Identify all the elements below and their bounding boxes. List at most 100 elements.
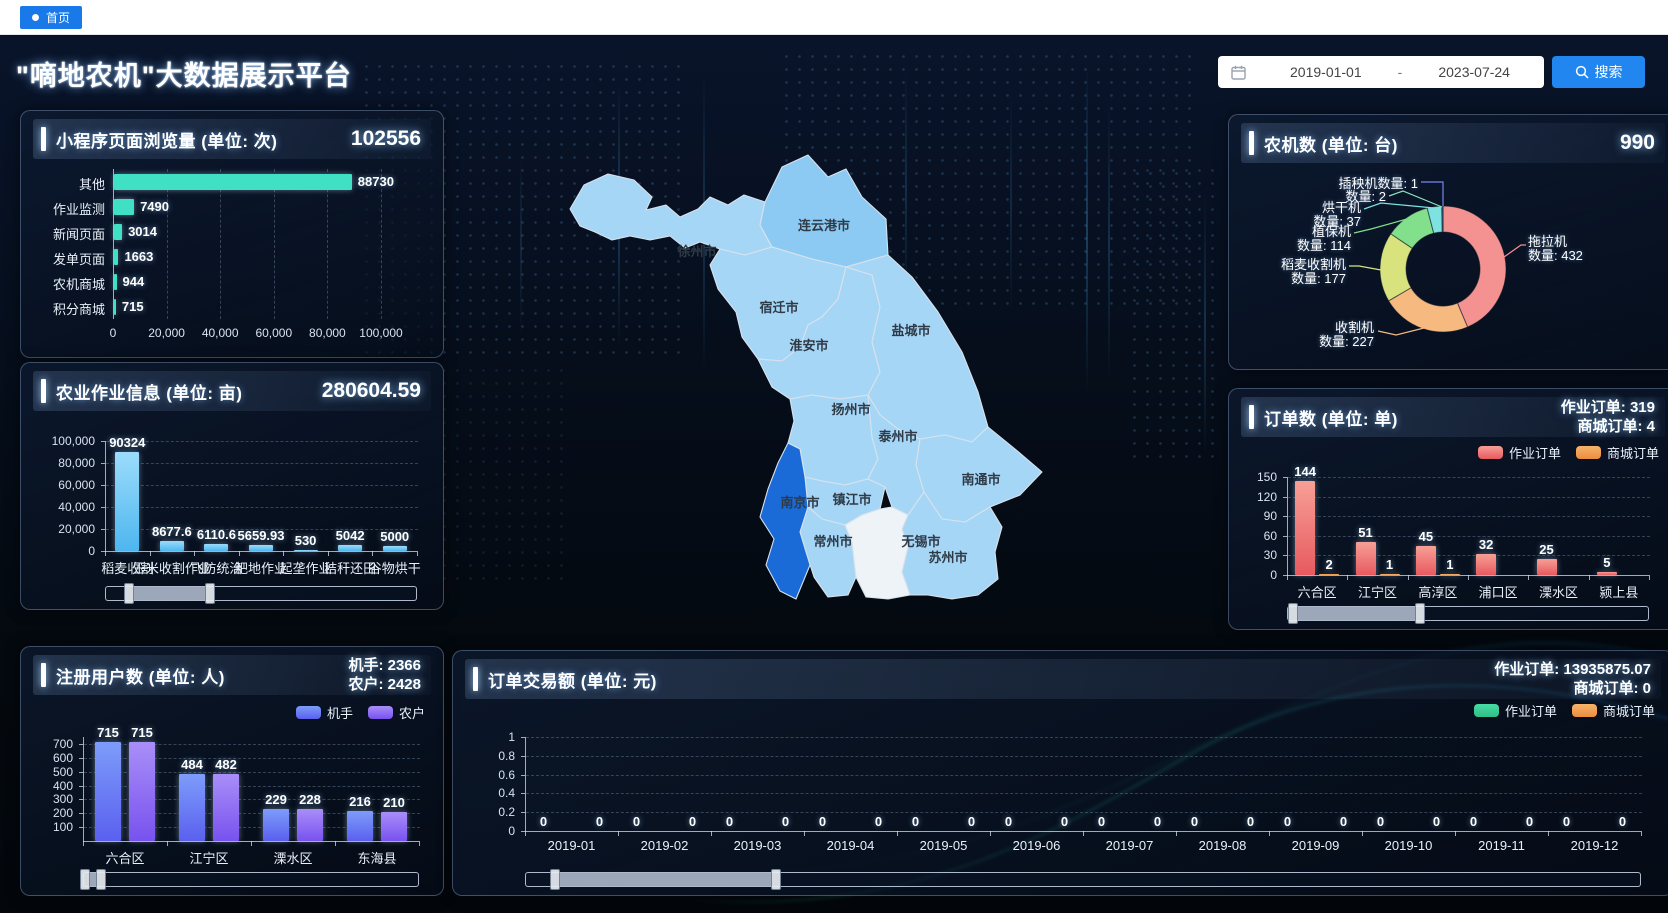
pageviews-chart: 020,00040,00060,00080,000100,000其他88730作… [33, 159, 431, 349]
legend-label: 作业订单 [1509, 443, 1561, 462]
datazoom-slider[interactable] [105, 586, 417, 601]
datazoom-slider[interactable] [83, 872, 419, 887]
map-city-label: 无锡市 [900, 534, 940, 549]
category-label: 颍上县 [1599, 582, 1638, 601]
y-axis-tick-label: 100,000 [33, 434, 95, 448]
category-label: 2019-09 [1292, 838, 1340, 853]
axis-tick [990, 831, 991, 836]
x-axis-line [105, 551, 417, 552]
province-map: 徐州市连云港市宿迁市淮安市盐城市扬州市泰州市南通市镇江市南京市常州市无锡市苏州市 [550, 146, 1050, 608]
datazoom-slider[interactable] [1287, 606, 1649, 621]
y-axis-tick-label: 60,000 [33, 478, 95, 492]
pie-label: 烘干机数量: 37 [1313, 201, 1361, 229]
datazoom-handle-right[interactable] [205, 583, 215, 604]
map-region-wuxi[interactable] [845, 507, 910, 599]
date-start-value[interactable]: 2019-01-01 [1256, 64, 1396, 80]
datazoom-handle-right[interactable] [1415, 603, 1425, 624]
datazoom-range[interactable] [128, 587, 212, 600]
bar [114, 274, 117, 290]
dashboard-stage: "嘀地农机"大数据展示平台 2019-01-01 - 2023-07-24 搜索 [0, 34, 1668, 913]
legend-item[interactable]: 农户 [368, 703, 425, 722]
value-label: 944 [123, 274, 145, 289]
value-label: 715 [131, 725, 153, 740]
pie-label-leader [1504, 245, 1526, 257]
category-label: 2019-07 [1106, 838, 1154, 853]
value-label: 0 [1154, 814, 1161, 829]
datazoom-handle-left[interactable] [550, 869, 560, 890]
map-city-label: 宿迁市 [759, 300, 798, 315]
value-label: 25 [1539, 542, 1553, 557]
pie-label: 稻麦收割机数量: 177 [1281, 258, 1346, 286]
datazoom-handle-right[interactable] [96, 869, 106, 890]
panel-farmwork-header: 农业作业信息 (单位: 亩) 280604.59 [33, 371, 431, 411]
y-axis-tick-label: 0 [465, 824, 515, 838]
map-city-label: 淮安市 [788, 338, 828, 353]
axis-tick [1362, 831, 1363, 836]
gridline [1288, 536, 1650, 537]
bar [95, 742, 121, 841]
pie-label-leader [1378, 328, 1424, 335]
value-label: 5042 [336, 528, 365, 543]
panel-users-title: 注册用户数 (单位: 人) [56, 663, 225, 688]
search-button[interactable]: 搜索 [1552, 56, 1645, 88]
bar [294, 550, 318, 552]
value-label: 0 [968, 814, 975, 829]
datazoom-handle-left[interactable] [1288, 603, 1298, 624]
bar [1380, 574, 1400, 576]
legend-label: 作业订单 [1505, 701, 1557, 720]
panel-farmwork: 农业作业信息 (单位: 亩) 280604.59 100,00080,00060… [20, 362, 444, 610]
legend-label: 商城订单 [1603, 701, 1655, 720]
value-label: 0 [1377, 814, 1384, 829]
category-label: 六合区 [1298, 582, 1337, 601]
map-city-label: 徐州市 [676, 244, 716, 259]
date-range-picker[interactable]: 2019-01-01 - 2023-07-24 [1218, 56, 1544, 88]
axis-tick [419, 841, 420, 846]
axis-tick [1468, 575, 1469, 580]
date-end-value[interactable]: 2023-07-24 [1404, 64, 1544, 80]
datazoom-handle-left[interactable] [80, 869, 90, 890]
value-label: 0 [1284, 814, 1291, 829]
axis-tick [1548, 831, 1549, 836]
value-label: 7490 [140, 199, 169, 214]
datazoom-handle-left[interactable] [124, 583, 134, 604]
y-axis-tick-label: 0 [1241, 568, 1277, 582]
map-region-nanjing[interactable] [760, 443, 810, 599]
bar [114, 249, 118, 265]
legend-label: 机手 [327, 703, 353, 722]
legend-item[interactable]: 机手 [296, 703, 353, 722]
y-axis-tick-label: 90 [1241, 509, 1277, 523]
legend-item[interactable]: 商城订单 [1572, 701, 1655, 720]
page-title: "嘀地农机"大数据展示平台 [16, 54, 352, 93]
pie-label: 插秧机数量: 1 [1339, 177, 1418, 191]
legend-item[interactable]: 作业订单 [1478, 443, 1561, 462]
category-label: 江宁区 [189, 848, 228, 867]
users-chart: 700600500400300200100六合区715715江宁区484482溧… [33, 695, 431, 887]
value-label: 6110.6 [197, 527, 236, 542]
gridline [1288, 555, 1650, 556]
datazoom-range[interactable] [1292, 607, 1422, 620]
datazoom-range[interactable] [84, 873, 102, 886]
panel-orders-totals: 作业订单: 319商城订单: 4 [1561, 398, 1655, 437]
bar [1416, 546, 1436, 575]
panel-farmwork-title: 农业作业信息 (单位: 亩) [56, 379, 242, 404]
category-label: 六合区 [105, 848, 144, 867]
datazoom-slider[interactable] [525, 872, 1641, 887]
header-accent-bar [1249, 131, 1254, 155]
axis-tick [1528, 575, 1529, 580]
search-button-label: 搜索 [1595, 62, 1623, 82]
map-region-xuzhou[interactable] [570, 174, 772, 255]
gridline [381, 169, 382, 319]
category-label: 2019-01 [548, 838, 596, 853]
tab-home[interactable]: 首页 [20, 6, 82, 29]
value-label: 45 [1419, 529, 1433, 544]
y-axis-tick-label: 120 [1241, 490, 1277, 504]
value-label: 1 [1386, 557, 1393, 572]
datazoom-handle-right[interactable] [771, 869, 781, 890]
legend-swatch [1572, 704, 1597, 717]
y-axis-tick-label: 0 [33, 544, 95, 558]
revenue-chart: 10.80.60.40.202019-01002019-02002019-030… [465, 699, 1661, 887]
legend-item[interactable]: 作业订单 [1474, 701, 1557, 720]
datazoom-range[interactable] [554, 873, 777, 886]
pie-label: 收割机数量: 227 [1319, 321, 1374, 349]
legend-item[interactable]: 商城订单 [1576, 443, 1659, 462]
